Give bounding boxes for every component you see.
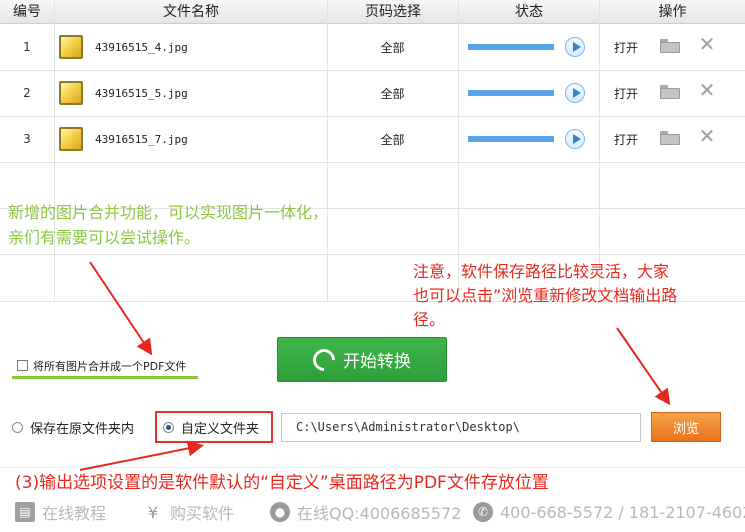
header-pages: 页码选择 [365, 4, 421, 20]
footer-bar: ▤ 在线教程 ¥ 购买软件 ● 在线QQ:4006685572 ✆ 400-66… [0, 492, 745, 532]
buy-software-link[interactable]: ¥ 购买软件 [143, 492, 234, 532]
page-selection[interactable]: 全部 [330, 70, 455, 116]
table-row[interactable]: 2 43916515_5.jpg 全部 打开 ✕ [0, 70, 745, 116]
note-line: 新增的图片合并功能，可以实现图片一体化， [8, 203, 329, 222]
save-path-note: 注意，软件保存路径比较灵活，大家 也可以点击”浏览重新修改文档输出路 径。 [413, 260, 743, 332]
refresh-icon [308, 343, 340, 376]
note-line: 亲们有需要可以尝试操作。 [8, 228, 201, 247]
custom-folder-radio[interactable] [163, 421, 174, 433]
file-name: 43916515_4.jpg [95, 40, 188, 54]
online-qq-link[interactable]: ● 在线QQ:4006685572 [270, 492, 461, 532]
play-icon[interactable] [565, 37, 585, 57]
merge-checkbox[interactable] [17, 360, 28, 371]
image-file-icon [59, 127, 83, 151]
phone-label: 400-668-5572 / 181-2107-4602 [500, 502, 745, 522]
custom-folder-option[interactable]: 自定义文件夹 [163, 412, 259, 442]
play-icon[interactable] [565, 83, 585, 103]
tutorial-label: 在线教程 [42, 504, 107, 523]
qq-label: 在线QQ:4006685572 [297, 504, 462, 523]
open-link[interactable]: 打开 [614, 24, 644, 70]
page-selection[interactable]: 全部 [330, 116, 455, 162]
merge-label: 将所有图片合并成一个PDF文件 [33, 359, 187, 373]
converter-window: 编号 文件名称 页码选择 状态 操作 1 43916515_4.jpg 全部 打… [0, 0, 745, 532]
progress-fill [468, 136, 554, 142]
close-icon[interactable]: ✕ [697, 126, 717, 146]
header-filename: 文件名称 [163, 4, 219, 20]
yen-icon: ¥ [147, 502, 159, 522]
close-icon[interactable]: ✕ [697, 80, 717, 100]
table-header: 编号 文件名称 页码选择 状态 操作 [0, 0, 745, 24]
folder-icon[interactable] [660, 39, 680, 53]
open-link[interactable]: 打开 [614, 116, 644, 162]
page-selection[interactable]: 全部 [330, 24, 455, 70]
file-table: 编号 文件名称 页码选择 状态 操作 1 43916515_4.jpg 全部 打… [0, 0, 745, 302]
play-icon[interactable] [565, 129, 585, 149]
row-number: 2 [23, 86, 31, 100]
close-icon[interactable]: ✕ [697, 34, 717, 54]
phone-icon: ✆ [473, 502, 493, 522]
arrow-to-browse-button [616, 327, 671, 406]
browse-button[interactable]: 浏览 [651, 412, 721, 442]
row-number: 1 [23, 40, 31, 54]
folder-icon[interactable] [660, 131, 680, 145]
merge-option[interactable]: 将所有图片合并成一个PDF文件 [12, 355, 198, 379]
progress-bar [468, 90, 554, 96]
divider [0, 467, 745, 468]
buy-label: 购买软件 [170, 504, 235, 523]
image-file-icon [59, 81, 83, 105]
folder-icon[interactable] [660, 85, 680, 99]
output-path-field[interactable]: C:\Users\Administrator\Desktop\ [281, 413, 641, 442]
save-original-option[interactable]: 保存在原文件夹内 [12, 412, 134, 442]
start-label: 开始转换 [343, 352, 411, 372]
row-divider [0, 162, 745, 163]
progress-fill [468, 90, 554, 96]
document-icon: ▤ [15, 502, 35, 522]
progress-bar [468, 136, 554, 142]
file-name: 43916515_7.jpg [95, 132, 188, 146]
note-line: 注意，软件保存路径比较灵活，大家 [413, 262, 670, 281]
note-line: 径。 [413, 310, 446, 329]
image-file-icon [59, 35, 83, 59]
table-row[interactable]: 3 43916515_7.jpg 全部 打开 ✕ [0, 116, 745, 162]
qq-icon: ● [270, 502, 290, 522]
custom-folder-label: 自定义文件夹 [181, 421, 260, 437]
header-num: 编号 [13, 4, 41, 20]
row-number: 3 [23, 132, 31, 146]
header-status: 状态 [515, 4, 543, 20]
start-convert-button[interactable]: 开始转换 [277, 337, 447, 382]
online-tutorial-link[interactable]: ▤ 在线教程 [15, 492, 106, 532]
save-original-radio[interactable] [12, 421, 23, 433]
save-original-label: 保存在原文件夹内 [30, 421, 135, 437]
progress-bar [468, 44, 554, 50]
progress-fill [468, 44, 554, 50]
note-line: 也可以点击”浏览重新修改文档输出路 [413, 286, 678, 305]
table-row[interactable]: 1 43916515_4.jpg 全部 打开 ✕ [0, 24, 745, 70]
row-divider [0, 254, 745, 255]
phone-info: ✆ 400-668-5572 / 181-2107-4602 [473, 492, 745, 532]
file-name: 43916515_5.jpg [95, 86, 188, 100]
open-link[interactable]: 打开 [614, 70, 644, 116]
merge-feature-note: 新增的图片合并功能，可以实现图片一体化， 亲们有需要可以尝试操作。 [8, 200, 388, 250]
header-actions: 操作 [658, 4, 687, 20]
